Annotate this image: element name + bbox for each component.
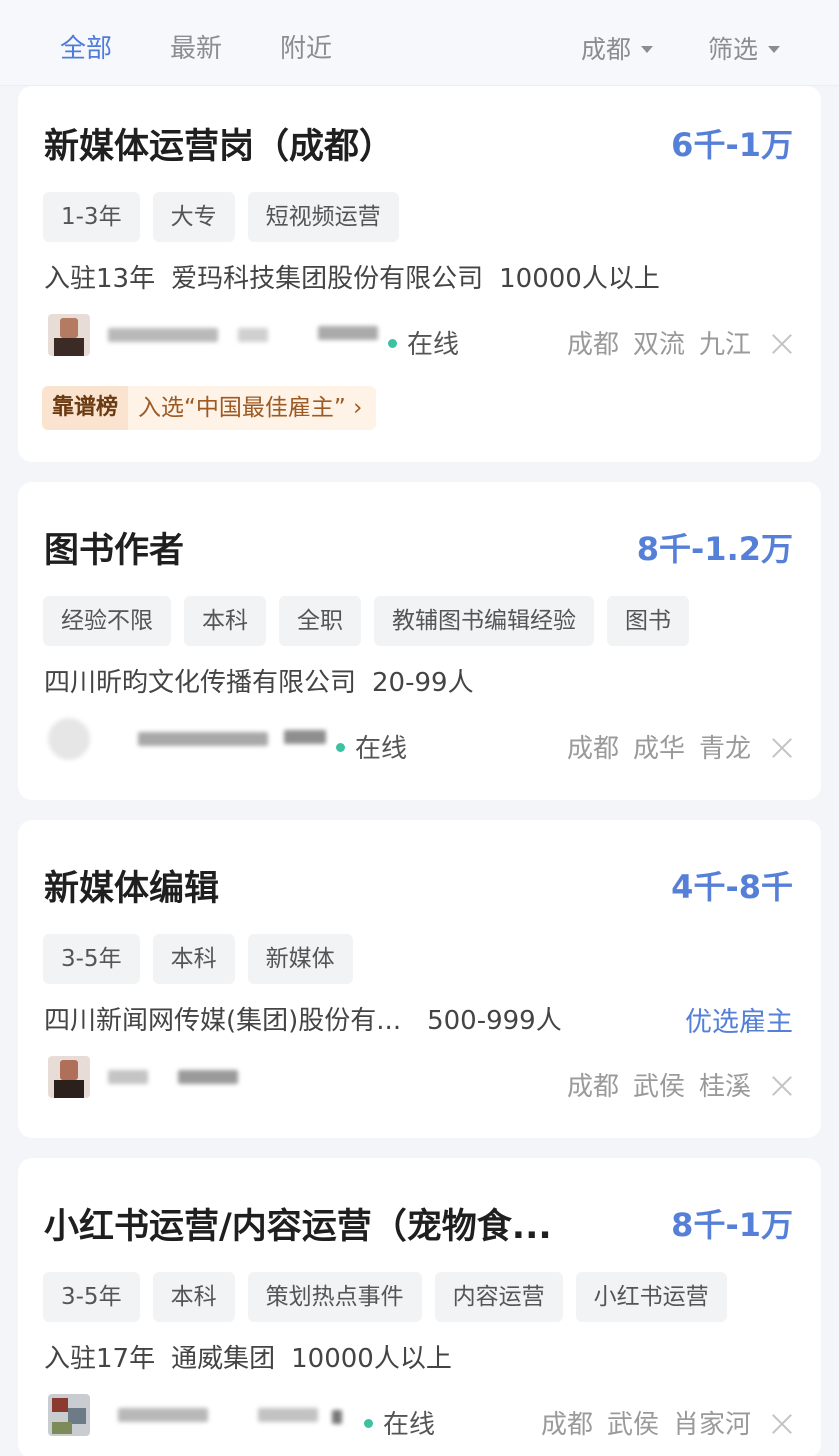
company-name: 四川昕昀文化传播有限公司 xyxy=(44,668,357,698)
avatar xyxy=(48,1394,90,1436)
avatar xyxy=(48,718,90,760)
blurred-title xyxy=(332,1410,342,1424)
job-tag: 图书 xyxy=(607,596,689,646)
city-dropdown[interactable]: 成都 xyxy=(581,30,654,66)
blurred-name xyxy=(138,732,268,746)
company-size: 10000人以上 xyxy=(291,1344,452,1374)
job-tag: 本科 xyxy=(184,596,266,646)
company-name: 爱玛科技集团股份有限公司 xyxy=(171,264,484,294)
tab-nearby[interactable]: 附近 xyxy=(280,28,332,65)
close-icon[interactable] xyxy=(771,737,793,759)
chevron-down-icon xyxy=(768,45,781,53)
job-location: 成都 成华 青龙 xyxy=(567,728,793,765)
job-tag: 短视频运营 xyxy=(247,192,399,242)
job-title: 新媒体编辑 xyxy=(44,869,220,909)
job-tags: 3-5年 本科 新媒体 xyxy=(43,934,353,984)
job-tag: 本科 xyxy=(152,934,235,984)
tab-all[interactable]: 全部 xyxy=(60,28,112,65)
job-tags: 1-3年 大专 短视频运营 xyxy=(43,192,399,242)
job-card[interactable]: 新媒体编辑 4千-8千 3-5年 本科 新媒体 四川新闻网传媒(集团)股份有..… xyxy=(18,820,821,1138)
job-tag: 内容运营 xyxy=(434,1272,563,1322)
job-tag: 3-5年 xyxy=(43,1272,140,1322)
blurred-title xyxy=(318,326,378,340)
job-salary: 8千-1万 xyxy=(671,1206,793,1244)
job-tag: 3-5年 xyxy=(43,934,140,984)
blurred-name xyxy=(238,328,268,342)
job-title: 新媒体运营岗（成都） xyxy=(44,127,395,167)
job-tag: 全职 xyxy=(279,596,361,646)
company-info: 入驻17年 通威集团 10000人以上 xyxy=(44,1338,452,1375)
job-title: 图书作者 xyxy=(44,531,185,571)
blurred-name xyxy=(118,1408,208,1422)
job-tag: 教辅图书编辑经验 xyxy=(374,596,594,646)
chevron-down-icon xyxy=(641,45,654,53)
job-salary: 6千-1万 xyxy=(671,126,793,164)
company-info: 四川昕昀文化传播有限公司 20-99人 xyxy=(44,662,474,699)
company-info: 四川新闻网传媒(集团)股份有... 500-999人 xyxy=(44,1000,562,1037)
online-dot-icon xyxy=(336,743,345,752)
online-dot-icon xyxy=(364,1419,373,1428)
avatar xyxy=(48,1056,90,1098)
job-tag: 本科 xyxy=(152,1272,235,1322)
job-tag: 经验不限 xyxy=(43,596,171,646)
job-tags: 经验不限 本科 全职 教辅图书编辑经验 图书 xyxy=(43,596,689,646)
online-status: 在线 xyxy=(388,324,459,361)
blurred-title xyxy=(284,730,326,744)
city-label: 成都 xyxy=(581,35,632,64)
online-status: 在线 xyxy=(336,728,407,765)
online-dot-icon xyxy=(388,339,397,348)
job-tag: 小红书运营 xyxy=(575,1272,727,1322)
job-card[interactable]: 图书作者 8千-1.2万 经验不限 本科 全职 教辅图书编辑经验 图书 四川昕昀… xyxy=(18,482,821,800)
job-tag: 新媒体 xyxy=(247,934,353,984)
recruiter-info xyxy=(48,718,348,760)
company-size: 20-99人 xyxy=(372,668,474,698)
badge-label: 靠谱榜 xyxy=(42,386,129,430)
job-location: 成都 武侯 桂溪 xyxy=(567,1066,793,1103)
job-location: 成都 武侯 肖家河 xyxy=(541,1404,793,1441)
company-size: 500-999人 xyxy=(427,1006,562,1036)
avatar xyxy=(48,314,90,356)
job-card[interactable]: 新媒体运营岗（成都） 6千-1万 1-3年 大专 短视频运营 入驻13年 爱玛科技… xyxy=(18,86,821,462)
online-status: 在线 xyxy=(364,1404,435,1441)
job-salary: 8千-1.2万 xyxy=(636,530,793,568)
recruiter-info xyxy=(48,1394,378,1436)
premium-employer-badge: 优选雇主 xyxy=(685,1007,793,1038)
company-size: 10000人以上 xyxy=(499,264,660,294)
blurred-title xyxy=(258,1408,318,1422)
job-tag: 大专 xyxy=(152,192,235,242)
company-name: 通威集团 xyxy=(171,1344,276,1374)
close-icon[interactable] xyxy=(771,1075,793,1097)
job-tag: 策划热点事件 xyxy=(247,1272,422,1322)
close-icon[interactable] xyxy=(771,1413,793,1435)
job-salary: 4千-8千 xyxy=(671,868,793,906)
blurred-title xyxy=(178,1070,238,1084)
company-info: 入驻13年 爱玛科技集团股份有限公司 10000人以上 xyxy=(44,258,660,295)
job-title: 小红书运营/内容运营（宠物食... xyxy=(44,1207,552,1247)
blurred-name xyxy=(108,1070,148,1084)
top-filter-bar: 全部 最新 附近 成都 筛选 xyxy=(0,0,839,86)
filter-dropdown[interactable]: 筛选 xyxy=(708,30,781,66)
job-tag: 1-3年 xyxy=(43,192,140,242)
company-age: 入驻13年 xyxy=(44,264,156,294)
company-age: 入驻17年 xyxy=(44,1344,156,1374)
recruiter-info xyxy=(48,314,398,356)
badge-text: 入选“中国最佳雇主” › xyxy=(128,386,377,430)
job-location: 成都 双流 九江 xyxy=(567,324,793,361)
blurred-name xyxy=(108,328,218,342)
recruiter-info xyxy=(48,1056,288,1098)
close-icon[interactable] xyxy=(771,333,793,355)
filter-label: 筛选 xyxy=(708,35,759,64)
job-card[interactable]: 小红书运营/内容运营（宠物食... 8千-1万 3-5年 本科 策划热点事件 内… xyxy=(18,1158,821,1456)
tab-latest[interactable]: 最新 xyxy=(170,28,222,65)
ranking-badge[interactable]: 靠谱榜 入选“中国最佳雇主” › xyxy=(42,386,377,430)
company-name: 四川新闻网传媒(集团)股份有... xyxy=(44,1006,402,1036)
job-tags: 3-5年 本科 策划热点事件 内容运营 小红书运营 xyxy=(43,1272,727,1322)
